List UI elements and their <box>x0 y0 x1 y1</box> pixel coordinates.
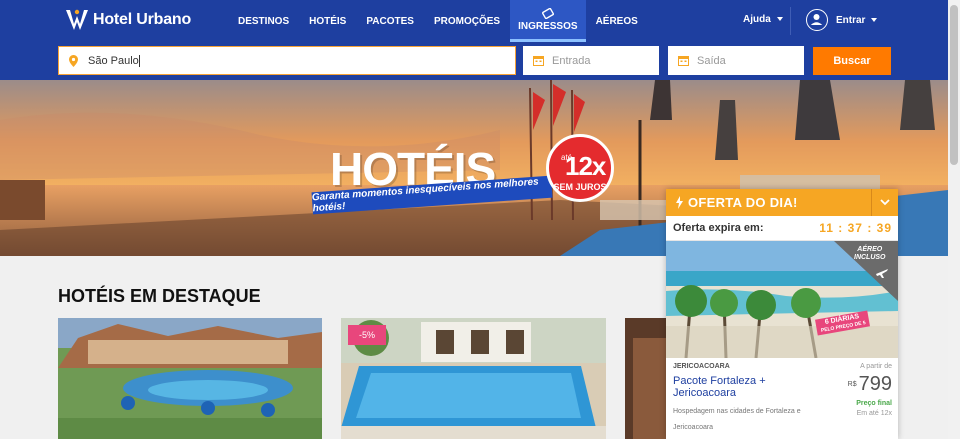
user-icon <box>806 9 828 31</box>
page: Hotel Urbano DESTINOS HOTÉIS PACOTES PRO… <box>0 0 960 439</box>
offer-price: R$ 799 <box>848 373 892 396</box>
badge-subtitle: SEM JUROS <box>553 182 607 192</box>
chevron-down-icon <box>880 199 890 206</box>
nav-destinos[interactable]: DESTINOS <box>228 0 299 42</box>
top-navbar: Hotel Urbano DESTINOS HOTÉIS PACOTES PRO… <box>0 0 948 42</box>
hotel-resort-image <box>58 318 322 439</box>
flight-tag-line: AÉREO <box>857 246 883 253</box>
help-menu[interactable]: Ajuda <box>743 14 783 25</box>
installments-badge: até 12x SEM JUROS <box>546 134 614 202</box>
nav-aereos[interactable]: AÉREOS <box>586 0 648 42</box>
divider <box>790 7 791 35</box>
nav-ingressos-label: INGRESSOS <box>518 20 578 32</box>
lightning-icon <box>676 196 683 209</box>
main-nav: DESTINOS HOTÉIS PACOTES PROMOÇÕES INGRES… <box>228 0 648 42</box>
checkout-placeholder: Saída <box>697 54 726 67</box>
destination-value: São Paulo <box>88 54 139 67</box>
offer-of-the-day-panel[interactable]: OFERTA DO DIA! Oferta expira em: 11 : 37… <box>666 189 898 439</box>
airplane-icon <box>876 269 888 278</box>
nav-hoteis[interactable]: HOTÉIS <box>299 0 356 42</box>
nav-ingressos[interactable]: INGRESSOS <box>510 0 586 42</box>
checkout-input[interactable]: Saída <box>668 46 804 75</box>
checkin-input[interactable]: Entrada <box>523 46 659 75</box>
hotel-urbano-logo-icon <box>66 9 88 30</box>
destination-input[interactable]: São Paulo <box>58 46 516 75</box>
checkin-placeholder: Entrada <box>552 54 591 67</box>
login-menu[interactable]: Entrar <box>806 9 878 31</box>
nav-promocoes[interactable]: PROMOÇÕES <box>424 0 510 42</box>
login-label: Entrar <box>836 14 866 26</box>
hotel-room-image <box>625 318 666 439</box>
expires-label: Oferta expira em: <box>673 222 764 234</box>
featured-hotels-title: HOTÉIS EM DESTAQUE <box>58 286 261 306</box>
calendar-icon <box>533 56 544 66</box>
text-cursor <box>138 54 140 67</box>
offer-package-name[interactable]: Pacote Fortaleza + Jericoacoara <box>673 375 803 399</box>
nav-pacotes[interactable]: PACOTES <box>356 0 424 42</box>
hotel-card[interactable] <box>58 318 322 439</box>
currency: R$ <box>847 381 857 389</box>
offer-description: Hospedagem nas cidades de Fortaleza e Je… <box>673 408 801 431</box>
flight-tag-line: INCLUSO <box>854 254 886 261</box>
collapse-offer-button[interactable] <box>871 189 898 216</box>
scrollbar-thumb[interactable] <box>950 5 958 165</box>
offer-region: JERICOACOARA <box>673 363 730 370</box>
installments-label: Em até 12x <box>856 410 892 417</box>
location-pin-icon <box>69 54 78 67</box>
offer-title: OFERTA DO DIA! <box>688 195 798 210</box>
flight-included-tag: AÉREO INCLUSO <box>854 246 886 262</box>
chevron-down-icon <box>776 17 783 22</box>
calendar-icon <box>678 56 689 66</box>
discount-badge: -5% <box>348 325 386 345</box>
chevron-down-icon <box>871 18 878 22</box>
help-label: Ajuda <box>743 14 771 25</box>
ticket-icon <box>541 7 554 19</box>
hotel-card[interactable] <box>625 318 666 439</box>
search-bar: São Paulo Entrada Saída Buscar <box>0 42 948 80</box>
price-value: 799 <box>858 373 892 395</box>
brand-logo[interactable]: Hotel Urbano <box>64 8 191 32</box>
final-price-label: Preço final <box>856 400 892 407</box>
price-from-label: A partir de <box>860 363 892 370</box>
brand-name: Hotel Urbano <box>93 11 192 28</box>
countdown-timer: 11 : 37 : 39 <box>819 221 892 235</box>
search-button[interactable]: Buscar <box>813 47 891 75</box>
offer-countdown-row: Oferta expira em: 11 : 37 : 39 <box>666 216 898 241</box>
badge-value: 12x <box>565 151 606 181</box>
offer-header[interactable]: OFERTA DO DIA! <box>666 189 898 216</box>
